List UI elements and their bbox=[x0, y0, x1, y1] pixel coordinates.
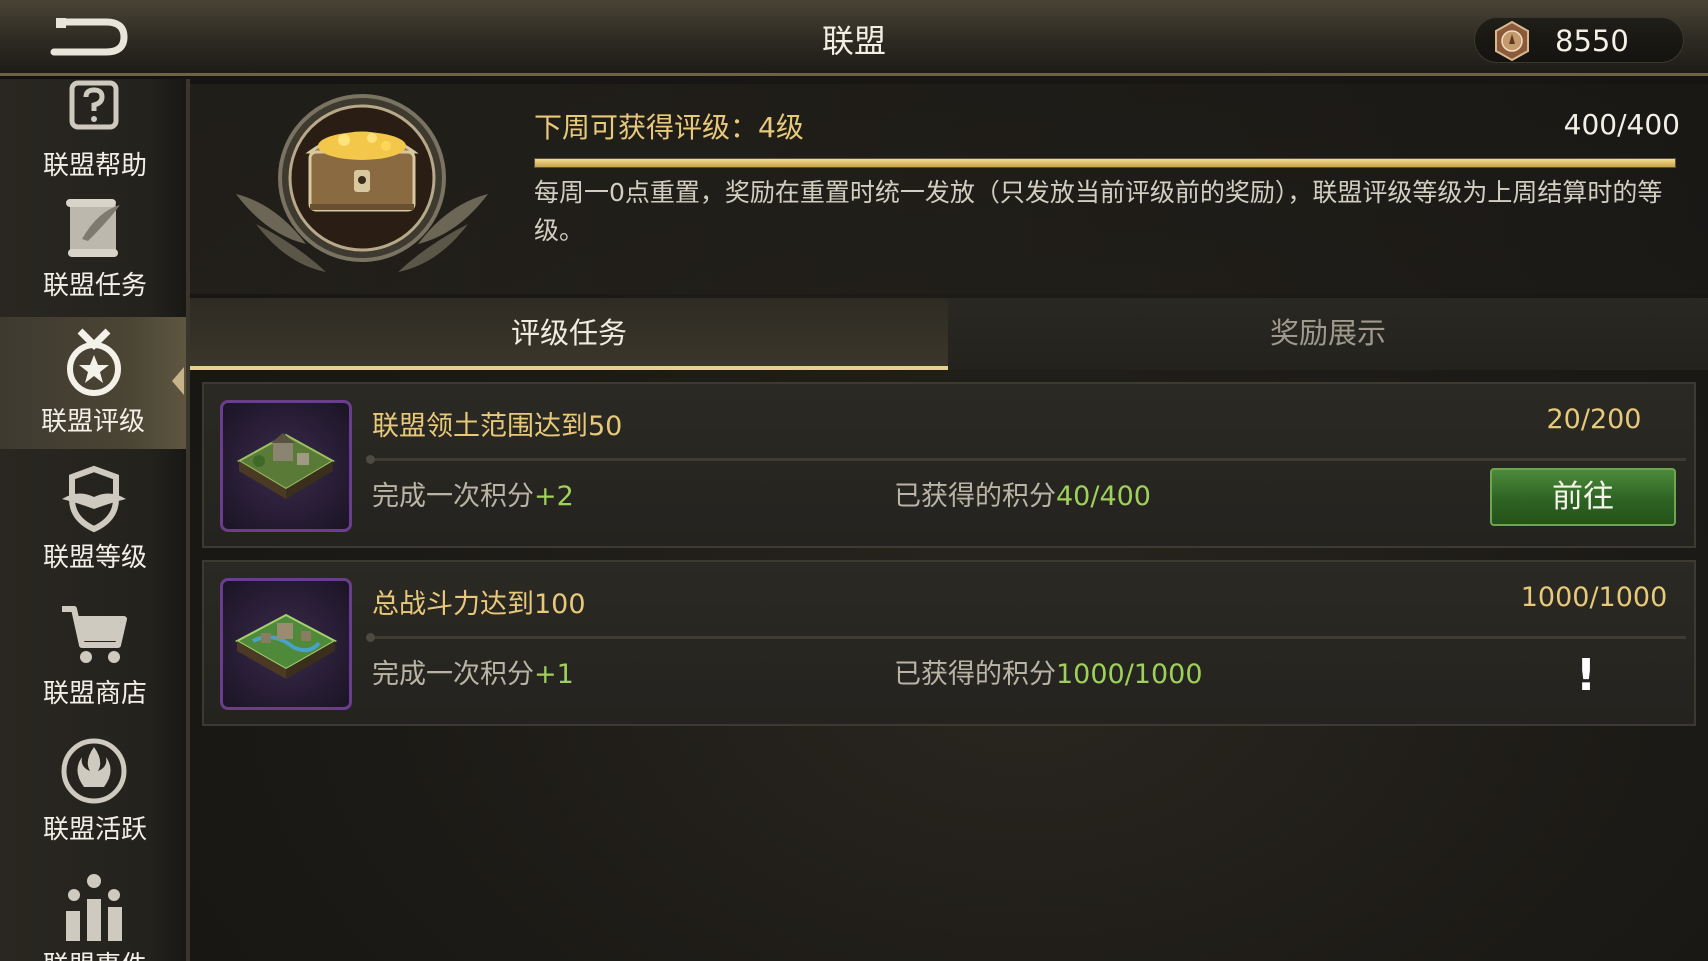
cart-icon bbox=[62, 606, 127, 663]
task-title: 联盟领土范围达到50 bbox=[372, 411, 623, 442]
sidebar-item-label: 联盟活跃 bbox=[42, 815, 147, 845]
rating-description: 每周一0点重置，奖励在重置时统一发放（只发放当前评级前的奖励），联盟评级等级为上… bbox=[534, 178, 1663, 245]
currency-value: 8550 bbox=[1555, 24, 1629, 58]
people-chart-icon bbox=[66, 874, 122, 941]
points-earned-label: 已获得的积分 bbox=[894, 659, 1056, 690]
currency-display[interactable]: 8550 bbox=[1474, 17, 1684, 63]
top-bar: 联盟 8550 bbox=[0, 0, 1708, 76]
medal-icon bbox=[1495, 20, 1529, 62]
sidebar-item-alliance-events[interactable]: 联盟事件 bbox=[0, 861, 186, 961]
page-title: 联盟 bbox=[821, 22, 886, 60]
divider bbox=[366, 633, 1686, 642]
points-per-label: 完成一次积分 bbox=[372, 481, 534, 512]
sidebar-item-alliance-activity[interactable]: 联盟活跃 bbox=[0, 725, 186, 857]
winged-shield-icon bbox=[62, 465, 126, 533]
sidebar: 联盟帮助 联盟任务 联盟评级 联盟等级 联盟商店 联盟活跃 bbox=[0, 79, 190, 961]
rating-progress-fill bbox=[535, 159, 1675, 167]
task-card: 总战斗力达到100 1000/1000 完成一次积分+1 已获得的积分1000/… bbox=[202, 560, 1696, 726]
task-title: 总战斗力达到100 bbox=[372, 589, 586, 620]
task-card: 联盟领土范围达到50 20/200 完成一次积分+2 已获得的积分40/400 … bbox=[202, 382, 1696, 548]
divider bbox=[366, 455, 1686, 464]
sidebar-item-alliance-help[interactable]: 联盟帮助 bbox=[0, 79, 186, 193]
sidebar-item-alliance-level[interactable]: 联盟等级 bbox=[0, 453, 186, 585]
sidebar-item-alliance-tasks[interactable]: 联盟任务 bbox=[0, 181, 186, 313]
sidebar-item-label: 联盟等级 bbox=[42, 543, 147, 573]
exclamation-icon[interactable]: ! bbox=[1556, 646, 1616, 706]
points-per-completion: 完成一次积分+1 bbox=[372, 652, 574, 691]
sidebar-item-alliance-rating[interactable]: 联盟评级 bbox=[0, 317, 186, 449]
sidebar-item-label: 联盟帮助 bbox=[42, 151, 147, 181]
next-week-rating-label: 下周可获得评级：4级 bbox=[534, 106, 804, 146]
points-earned-value: 1000/1000 bbox=[1056, 659, 1203, 690]
tab-rating-tasks[interactable]: 评级任务 bbox=[190, 298, 948, 370]
scroll-quill-icon bbox=[66, 199, 120, 257]
territory-icon bbox=[220, 400, 352, 532]
rating-label-text: 下周可获得评级： bbox=[534, 111, 759, 144]
task-progress: 20/200 bbox=[1546, 404, 1642, 435]
points-earned: 已获得的积分40/400 bbox=[894, 474, 1151, 513]
points-earned: 已获得的积分1000/1000 bbox=[894, 652, 1203, 691]
star-medal-icon bbox=[67, 328, 121, 396]
help-icon bbox=[69, 80, 119, 130]
points-earned-value: 40/400 bbox=[1056, 481, 1151, 512]
go-button[interactable]: 前往 bbox=[1490, 468, 1676, 526]
rating-score: 400/400 bbox=[1563, 108, 1680, 141]
points-per-completion: 完成一次积分+2 bbox=[372, 474, 574, 513]
rating-value: 4级 bbox=[758, 111, 804, 144]
active-indicator bbox=[172, 367, 184, 395]
tab-reward-display[interactable]: 奖励展示 bbox=[948, 298, 1708, 370]
points-per-value: +1 bbox=[534, 659, 574, 690]
flame-wings-icon bbox=[61, 738, 127, 804]
points-per-value: +2 bbox=[534, 481, 574, 512]
task-progress: 1000/1000 bbox=[1520, 582, 1668, 613]
points-earned-label: 已获得的积分 bbox=[894, 481, 1056, 512]
sidebar-item-label: 联盟评级 bbox=[40, 407, 145, 437]
rating-progress-bar bbox=[534, 158, 1676, 168]
fortress-icon bbox=[220, 578, 352, 710]
sidebar-item-label: 联盟事件 bbox=[0, 945, 186, 961]
points-per-label: 完成一次积分 bbox=[372, 659, 534, 690]
sidebar-item-alliance-shop[interactable]: 联盟商店 bbox=[0, 589, 186, 721]
sidebar-item-label: 联盟商店 bbox=[42, 679, 147, 709]
treasure-chest-icon bbox=[236, 94, 488, 272]
sidebar-item-label: 联盟任务 bbox=[42, 271, 147, 301]
tab-bar: 评级任务 奖励展示 bbox=[190, 298, 1708, 370]
